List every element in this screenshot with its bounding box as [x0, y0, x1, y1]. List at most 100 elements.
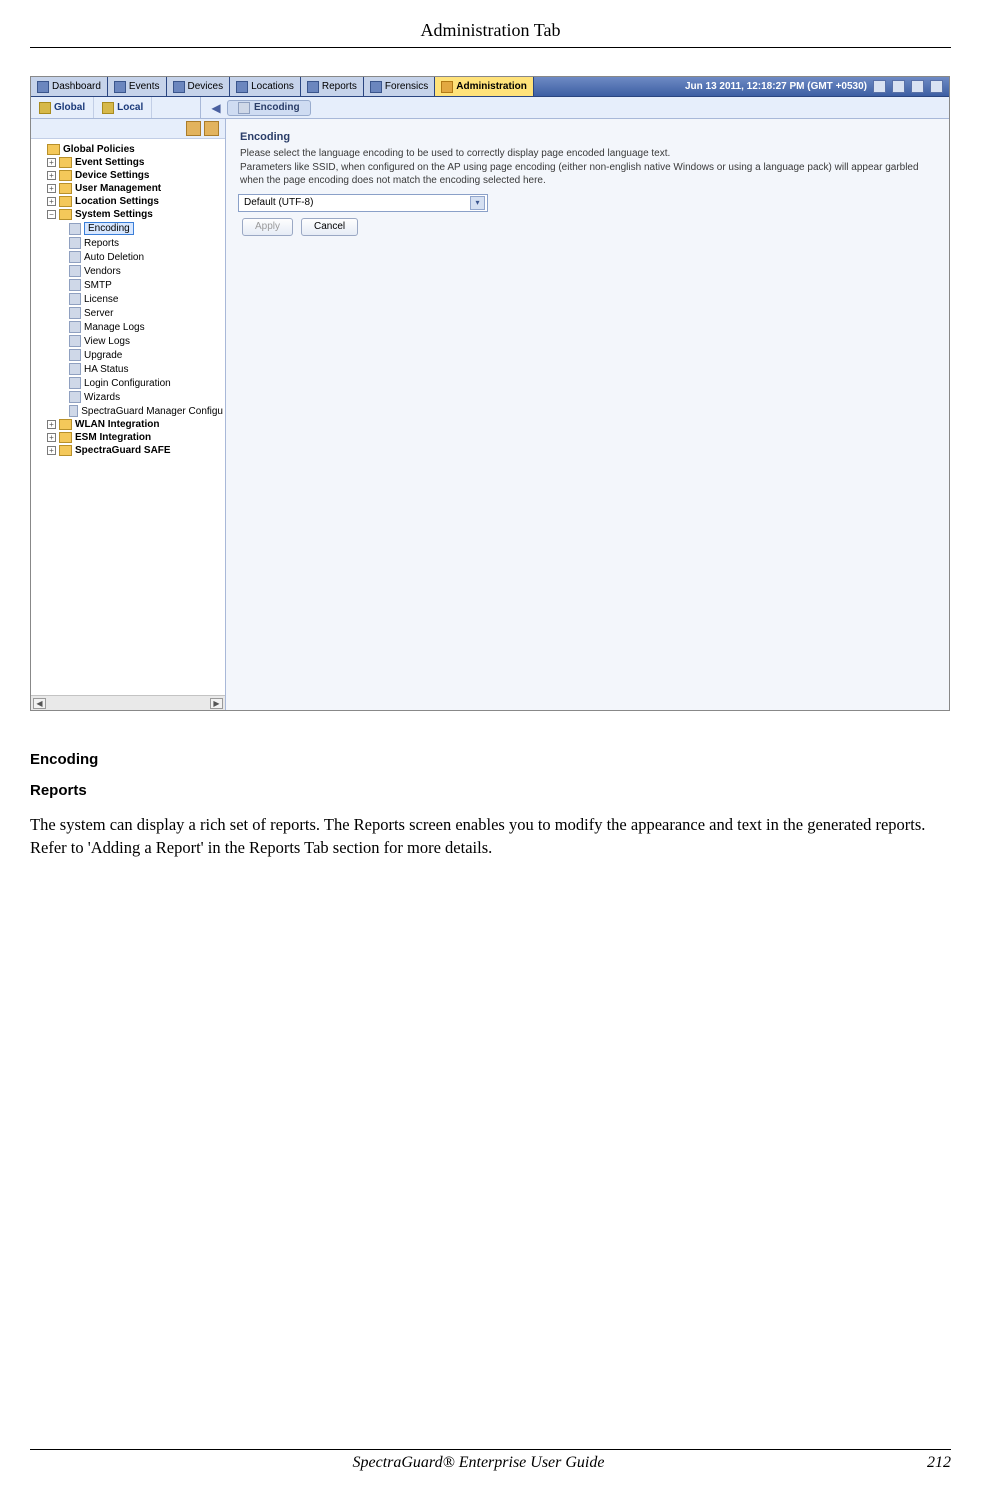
tree-label: Global Policies [63, 144, 135, 155]
tab-dashboard[interactable]: Dashboard [31, 77, 108, 96]
collapse-all-icon[interactable] [204, 121, 219, 136]
leaf-icon [69, 265, 81, 277]
tree-event-settings[interactable]: + Event Settings [33, 156, 223, 169]
tab-locations[interactable]: Locations [230, 77, 301, 96]
chevron-left-icon[interactable]: ◀ [211, 101, 221, 115]
expander-icon[interactable]: − [47, 210, 56, 219]
tree-manage-logs[interactable]: Manage Logs [33, 320, 223, 334]
tab-label: Events [129, 81, 160, 92]
tree-system-settings[interactable]: −System Settings [33, 208, 223, 221]
tree-smtp[interactable]: SMTP [33, 278, 223, 292]
tab-label: Reports [322, 81, 357, 92]
leaf-icon [69, 363, 81, 375]
tree-wizards[interactable]: Wizards [33, 390, 223, 404]
tab-label: Administration [456, 81, 527, 92]
tree-server[interactable]: Server [33, 306, 223, 320]
toolbar-icon[interactable] [930, 80, 943, 93]
select-value: Default (UTF-8) [244, 197, 313, 208]
expander-icon[interactable]: + [47, 433, 56, 442]
scope-label: Local [117, 102, 143, 113]
leaf-icon [69, 405, 78, 417]
section-reports: Reports [30, 782, 951, 799]
breadcrumb: Encoding [227, 100, 311, 116]
tree-sg-safe[interactable]: +SpectraGuard SAFE [33, 444, 223, 457]
tree-reports[interactable]: Reports [33, 236, 223, 250]
top-bar: Dashboard Events Devices Locations Repor… [31, 77, 949, 97]
nav-tree[interactable]: Global Policies + Event Settings + Device … [31, 139, 225, 695]
folder-icon [59, 170, 72, 181]
tree-label: ESM Integration [75, 432, 151, 443]
folder-icon [59, 209, 72, 220]
folder-icon [47, 144, 60, 155]
tree-wlan-integration[interactable]: +WLAN Integration [33, 418, 223, 431]
dashboard-icon [37, 81, 49, 93]
encoding-icon [238, 102, 250, 114]
tree-label: Wizards [84, 392, 120, 403]
globe-icon [39, 102, 51, 114]
footer-title: SpectraGuard® Enterprise User Guide [353, 1454, 605, 1472]
expander-icon[interactable]: + [47, 197, 56, 206]
expander-icon[interactable]: + [47, 446, 56, 455]
folder-icon [59, 157, 72, 168]
tree-user-management[interactable]: +User Management [33, 182, 223, 195]
tree-esm-integration[interactable]: + ESM Integration [33, 431, 223, 444]
tree-location-settings[interactable]: +Location Settings [33, 195, 223, 208]
apply-button[interactable]: Apply [242, 218, 293, 236]
tree-root[interactable]: Global Policies [33, 143, 223, 156]
tab-administration[interactable]: Administration [435, 77, 534, 96]
tree-label: License [84, 294, 118, 305]
tab-label: Devices [188, 81, 224, 92]
scroll-right-icon[interactable]: ▶ [210, 698, 223, 709]
expander-icon[interactable]: + [47, 184, 56, 193]
horizontal-scrollbar[interactable]: ◀ ▶ [31, 695, 225, 710]
tree-encoding[interactable]: Encoding [33, 221, 223, 236]
cancel-button[interactable]: Cancel [301, 218, 358, 236]
tree-login-config[interactable]: Login Configuration [33, 376, 223, 390]
folder-icon [59, 419, 72, 430]
tree-view-logs[interactable]: View Logs [33, 334, 223, 348]
scope-local[interactable]: Local [94, 97, 152, 118]
tree-device-settings[interactable]: + Device Settings [33, 169, 223, 182]
expander-icon[interactable]: + [47, 420, 56, 429]
tree-upgrade[interactable]: Upgrade [33, 348, 223, 362]
toolbar-icon[interactable] [873, 80, 886, 93]
leaf-icon [69, 223, 81, 235]
desc-line: Parameters like SSID, when configured on… [240, 162, 919, 187]
leaf-icon [69, 377, 81, 389]
expand-all-icon[interactable] [186, 121, 201, 136]
devices-icon [173, 81, 185, 93]
tree-vendors[interactable]: Vendors [33, 264, 223, 278]
tree-ha-status[interactable]: HA Status [33, 362, 223, 376]
tab-events[interactable]: Events [108, 77, 167, 96]
toolbar-icon[interactable] [911, 80, 924, 93]
timestamp: Jun 13 2011, 12:18:27 PM (GMT +0530) [685, 81, 867, 92]
leaf-icon [69, 251, 81, 263]
tree-label: Device Settings [75, 170, 149, 181]
expander-icon[interactable]: + [47, 171, 56, 180]
administration-icon [441, 81, 453, 93]
breadcrumb-bar: ◀ Encoding [201, 97, 311, 118]
encoding-select[interactable]: Default (UTF-8) ▾ [238, 194, 488, 212]
scope-global[interactable]: Global [31, 97, 94, 118]
panel-description: Please select the language encoding to b… [238, 147, 937, 194]
tab-devices[interactable]: Devices [167, 77, 231, 96]
expander-icon[interactable]: + [47, 158, 56, 167]
tab-forensics[interactable]: Forensics [364, 77, 435, 96]
scroll-left-icon[interactable]: ◀ [33, 698, 46, 709]
tree-license[interactable]: License [33, 292, 223, 306]
tree-label: Server [84, 308, 113, 319]
folder-icon [59, 432, 72, 443]
tree-label: Upgrade [84, 350, 122, 361]
tree-sg-manager[interactable]: SpectraGuard Manager Configu [33, 404, 223, 418]
main-tabs: Dashboard Events Devices Locations Repor… [31, 77, 534, 96]
tab-reports[interactable]: Reports [301, 77, 364, 96]
chevron-down-icon[interactable]: ▾ [470, 196, 485, 210]
button-row: Apply Cancel [238, 218, 937, 236]
page-number: 212 [927, 1454, 951, 1472]
tree-auto-deletion[interactable]: Auto Deletion [33, 250, 223, 264]
events-icon [114, 81, 126, 93]
tab-label: Dashboard [52, 81, 101, 92]
toolbar-icon[interactable] [892, 80, 905, 93]
topbar-right: Jun 13 2011, 12:18:27 PM (GMT +0530) [679, 77, 949, 96]
tree-label: Event Settings [75, 157, 144, 168]
